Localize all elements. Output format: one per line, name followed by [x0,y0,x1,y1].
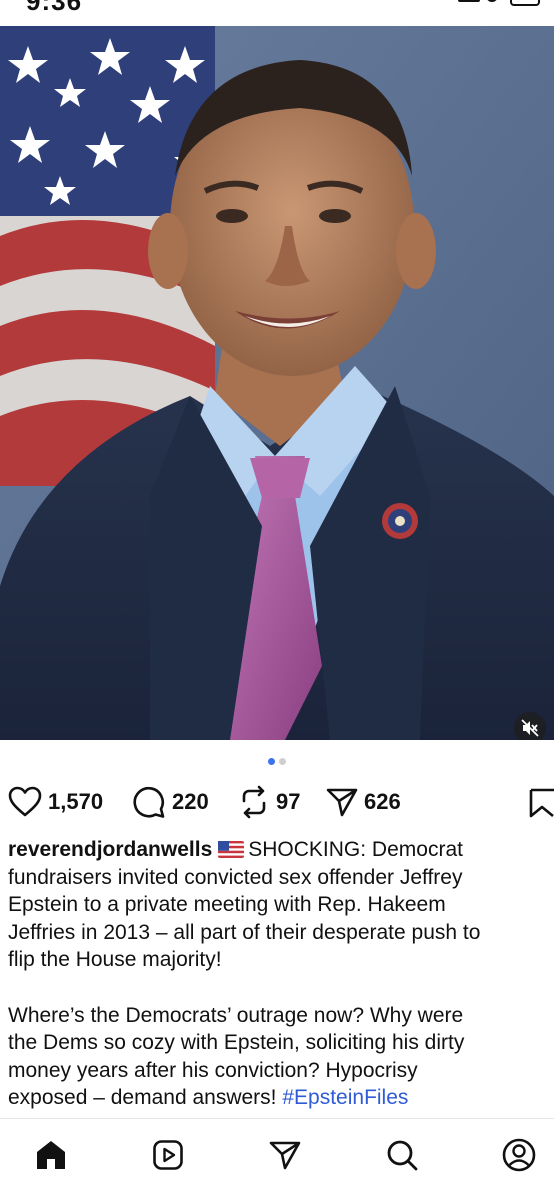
portrait-photo [0,26,554,740]
comment-button[interactable]: 220 [132,782,209,822]
send-icon [269,1141,301,1170]
caption-line: money years after his conviction? Hypocr… [8,1058,418,1082]
status-bar: 9:36 [0,0,554,26]
caption-line: Where’s the Democrats’ outrage now? Why … [8,1003,464,1027]
status-time: 9:36 [26,0,83,16]
bottom-tab-bar [0,1118,554,1200]
profile-icon [502,1138,536,1172]
tab-reels[interactable] [148,1135,188,1175]
comment-bubble-icon [133,787,165,818]
post-actions: 1,570 220 97 626 [0,782,554,822]
carousel-dot [279,758,286,765]
post-media[interactable] [0,26,554,740]
caption-line: Jeffries in 2013 – all part of their des… [8,920,481,944]
like-button[interactable]: 1,570 [8,782,103,822]
caption-line: fundraisers invited convicted sex offend… [8,865,463,889]
speaker-muted-icon [521,719,539,737]
heart-icon [8,786,42,817]
caption-line: SHOCKING: Democrat [248,838,463,861]
home-icon [37,1141,65,1169]
mute-button[interactable] [514,712,546,740]
save-button[interactable] [528,788,554,818]
bookmark-icon [529,788,554,818]
share-button[interactable]: 626 [326,782,401,822]
caption-line: the Dems so cozy with Epstein, solicitin… [8,1031,465,1054]
reels-icon [153,1140,183,1170]
caption-paragraph-1: reverendjordanwells SHOCKING: Democrat fu… [8,836,554,974]
hashtag-link[interactable]: #EpsteinFiles [282,1086,408,1109]
caption-line: flip the House majority! [8,948,222,971]
us-flag-emoji-icon [218,838,245,858]
caption-paragraph-2: Where’s the Democrats’ outrage now? Why … [8,1002,554,1112]
post-caption: reverendjordanwells SHOCKING: Democrat fu… [8,836,554,1112]
tab-home[interactable] [31,1135,71,1175]
battery-icon [510,0,540,6]
tab-profile[interactable] [499,1135,539,1175]
search-icon [387,1140,418,1171]
like-count: 1,570 [48,789,104,814]
repost-button[interactable]: 97 [238,782,300,822]
tab-search[interactable] [382,1135,422,1175]
repost-count: 97 [276,789,301,814]
carousel-indicator [0,758,554,768]
caption-line: Epstein to a private meeting with Rep. H… [8,893,446,916]
repost-icon [242,785,266,819]
tab-messages[interactable] [265,1135,305,1175]
caption-line: exposed – demand answers! [8,1086,283,1109]
comment-count: 220 [172,789,209,814]
send-icon [326,788,358,817]
signal-icon [458,0,480,2]
carousel-dot-active [268,758,275,765]
caption-username[interactable]: reverendjordanwells [8,838,212,861]
share-count: 626 [364,789,401,814]
wifi-icon [486,0,498,2]
